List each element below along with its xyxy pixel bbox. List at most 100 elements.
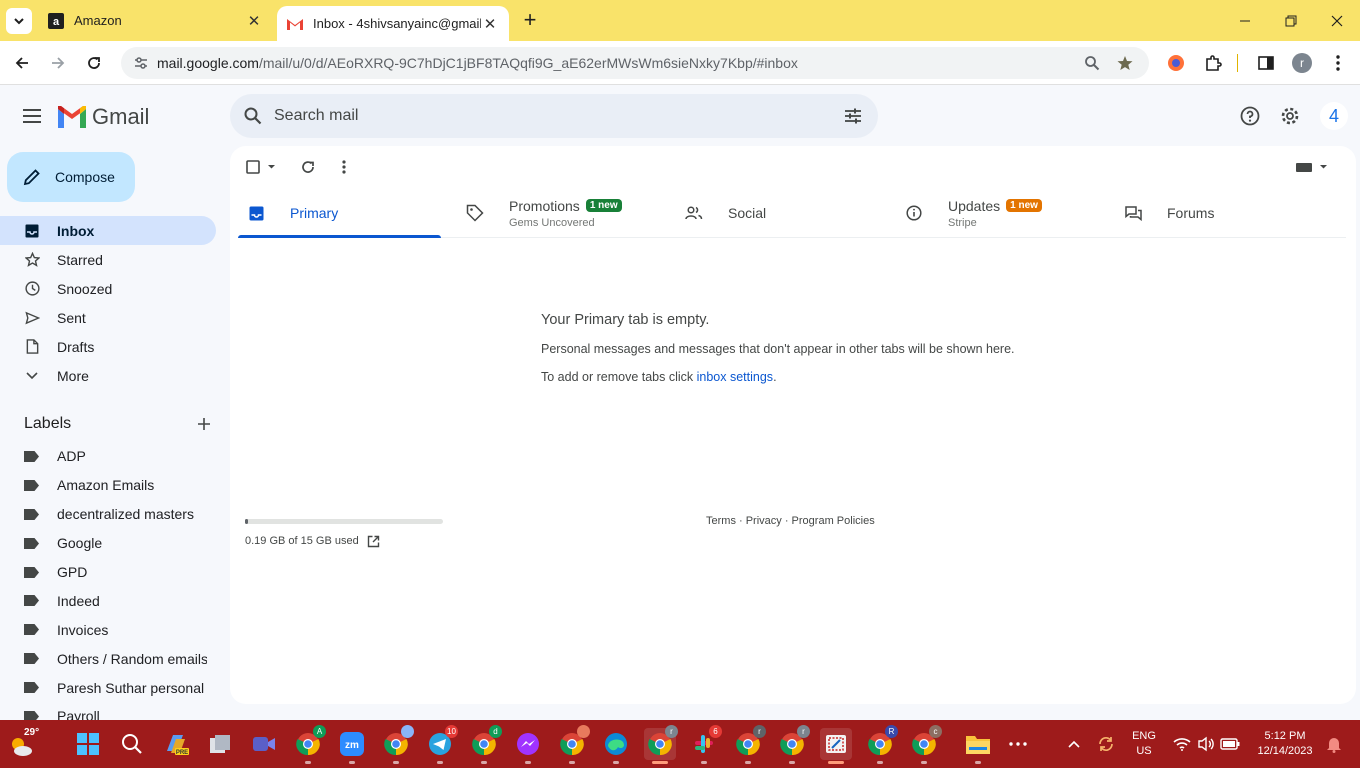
telegram-unread-badge: 10 <box>445 725 458 738</box>
select-all-checkbox[interactable] <box>244 157 276 177</box>
taskbar-edge[interactable] <box>600 728 632 764</box>
label-item[interactable]: GPD <box>0 558 230 587</box>
label-item[interactable]: Google <box>0 529 230 558</box>
draft-icon <box>24 339 40 355</box>
extensions-puzzle-icon[interactable] <box>1202 52 1224 74</box>
taskbar-chrome-R[interactable]: R <box>864 725 898 764</box>
inbox-settings-link[interactable]: inbox settings <box>697 370 773 384</box>
label-item[interactable]: Invoices <box>0 615 230 644</box>
side-panel-icon[interactable] <box>1255 52 1277 74</box>
taskbar-copilot-pre[interactable]: PRE <box>160 728 192 760</box>
browser-tab-amazon[interactable]: a Amazon ✕ <box>38 0 273 41</box>
tab-updates[interactable]: Updates 1 new Stripe <box>896 188 1099 238</box>
gmail-logo[interactable]: Gmail <box>58 104 149 130</box>
search-icon[interactable] <box>242 105 264 127</box>
taskbar-snipping-tool[interactable] <box>820 728 852 764</box>
language-indicator[interactable]: ENG US <box>1126 729 1162 759</box>
taskbar-chrome-d[interactable]: d <box>468 725 502 764</box>
site-info-icon[interactable] <box>133 55 149 71</box>
label-item[interactable]: Indeed <box>0 586 230 615</box>
taskbar-chrome-r2[interactable]: r <box>732 725 766 764</box>
help-icon[interactable] <box>1238 104 1262 128</box>
search-input[interactable] <box>274 107 814 125</box>
folder-icon <box>966 736 990 754</box>
chrome-menu-icon[interactable] <box>1327 52 1349 74</box>
zoom-icon[interactable] <box>1084 55 1100 71</box>
clock[interactable]: 5:12 PM 12/14/2023 <box>1250 729 1320 759</box>
tray-notifications[interactable] <box>1318 728 1350 760</box>
back-button[interactable] <box>8 49 36 77</box>
taskbar-chrome-r3[interactable]: r <box>776 725 810 764</box>
forward-button[interactable] <box>44 49 72 77</box>
tab-primary[interactable]: Primary <box>238 188 441 238</box>
nav-item-starred[interactable]: Starred <box>0 245 216 274</box>
input-tools-keyboard-icon[interactable] <box>1294 157 1328 177</box>
label-item[interactable]: Paresh Suthar personal ... <box>0 673 230 702</box>
browser-tab-inbox[interactable]: Inbox - 4shivsanyainc@gmail.com ✕ <box>277 6 509 41</box>
refresh-icon[interactable] <box>298 157 318 177</box>
star-icon <box>24 252 40 268</box>
tray-sync[interactable] <box>1090 728 1122 760</box>
restore-button[interactable] <box>1268 0 1314 41</box>
reload-icon <box>88 57 100 69</box>
nav-item-more[interactable]: More <box>0 361 216 390</box>
account-initial: 4 <box>1328 105 1339 126</box>
minimize-button[interactable] <box>1222 0 1268 41</box>
main-menu-button[interactable] <box>18 102 46 130</box>
label-item[interactable]: decentralized masters <box>0 500 230 529</box>
taskbar-chrome-c[interactable]: c <box>908 725 942 764</box>
taskbar-chrome-e[interactable] <box>556 725 590 764</box>
taskbar-chrome-a[interactable]: A <box>292 725 326 764</box>
more-options-icon[interactable] <box>334 157 354 177</box>
account-avatar[interactable]: 4 <box>1320 102 1348 130</box>
taskbar-chrome-active[interactable]: r <box>644 725 678 764</box>
tab-forums[interactable]: Forums <box>1115 188 1318 238</box>
bookmark-star-icon[interactable] <box>1117 55 1133 71</box>
weather-widget[interactable]: 29° <box>8 727 44 760</box>
taskbar-chrome-b[interactable] <box>380 725 414 764</box>
zoom-app-icon: zm <box>340 732 364 756</box>
profile-avatar[interactable]: r <box>1291 52 1313 74</box>
taskbar-meet[interactable] <box>248 728 280 760</box>
info-icon <box>904 203 924 223</box>
nav-item-sent[interactable]: Sent <box>0 303 216 332</box>
amazon-favicon-icon: a <box>48 12 64 29</box>
extension-fox-icon[interactable] <box>1165 52 1187 74</box>
taskbar-search-button[interactable] <box>116 728 148 760</box>
taskbar-slack[interactable]: 6 <box>688 725 722 764</box>
footer-links[interactable]: Terms · Privacy · Program Policies <box>706 515 875 527</box>
address-bar[interactable]: mail.google.com/mail/u/0/d/AEoRXRQ-9C7hD… <box>121 47 1149 79</box>
taskbar-telegram[interactable]: 10 <box>424 725 458 764</box>
tab-promotions[interactable]: Promotions 1 new Gems Uncovered <box>457 188 660 238</box>
label-item[interactable]: Amazon Emails <box>0 471 230 500</box>
tab-name: Social <box>728 205 767 221</box>
close-tab-icon[interactable]: ✕ <box>245 12 263 30</box>
reload-button[interactable] <box>80 49 108 77</box>
new-tab-button[interactable]: + <box>520 9 540 31</box>
storage-bar <box>245 519 443 524</box>
nav-item-inbox[interactable]: Inbox <box>0 216 216 245</box>
compose-button[interactable]: Compose <box>7 152 135 202</box>
nav-item-snoozed[interactable]: Snoozed <box>0 274 216 303</box>
label-item[interactable]: Others / Random emails <box>0 644 230 673</box>
tab-social[interactable]: Social <box>676 188 879 238</box>
tray-show-hidden[interactable] <box>1058 728 1090 760</box>
taskbar-messenger[interactable] <box>512 728 544 764</box>
taskbar-file-explorer[interactable] <box>962 728 994 764</box>
open-external-icon[interactable] <box>367 534 381 548</box>
taskbar-task-view[interactable] <box>204 728 236 760</box>
tray-battery[interactable] <box>1214 728 1246 760</box>
taskbar-zoom[interactable]: zm <box>336 728 368 764</box>
label-name: Others / Random emails <box>57 650 207 667</box>
gmail-wordmark: Gmail <box>92 104 150 129</box>
taskbar-overflow[interactable] <box>1002 728 1034 760</box>
search-options-icon[interactable] <box>842 105 864 127</box>
tab-search-button[interactable] <box>6 8 32 34</box>
nav-item-drafts[interactable]: Drafts <box>0 332 216 361</box>
close-tab-icon[interactable]: ✕ <box>481 15 499 33</box>
start-button[interactable] <box>72 728 104 760</box>
add-label-icon[interactable] <box>194 414 214 434</box>
label-item[interactable]: ADP <box>0 442 230 471</box>
close-window-button[interactable] <box>1314 0 1360 41</box>
settings-gear-icon[interactable] <box>1278 104 1302 128</box>
